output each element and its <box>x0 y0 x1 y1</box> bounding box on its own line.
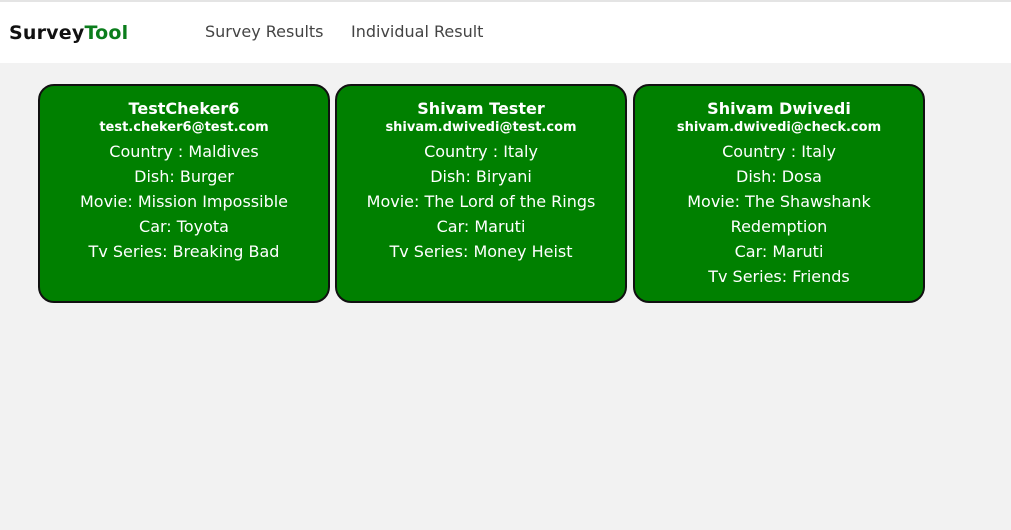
answer-dish: Dish: Dosa <box>736 167 822 186</box>
respondent-name: Shivam Dwivedi <box>707 99 851 118</box>
respondent-name: Shivam Tester <box>417 99 545 118</box>
brand-logo[interactable]: SurveyTool <box>9 21 128 45</box>
result-card: Shivam Dwivedi shivam.dwivedi@check.com … <box>633 84 925 303</box>
answer-tv-series: Tv Series: Breaking Bad <box>88 242 280 261</box>
answer-movie: Movie: The Shawshank Redemption <box>687 192 871 236</box>
respondent-name: TestCheker6 <box>128 99 240 118</box>
answer-dish: Dish: Burger <box>134 167 234 186</box>
navbar: SurveyTool Survey Results Individual Res… <box>0 0 1011 63</box>
result-card: TestCheker6 test.cheker6@test.com Countr… <box>38 84 330 303</box>
answer-country: Country : Maldives <box>109 142 259 161</box>
answer-car: Car: Maruti <box>436 217 526 236</box>
answer-movie: Movie: The Lord of the Rings <box>366 192 596 211</box>
answer-dish: Dish: Biryani <box>430 167 532 186</box>
answer-tv-series: Tv Series: Money Heist <box>389 242 573 261</box>
nav-link-survey-results[interactable]: Survey Results <box>205 22 324 42</box>
answer-tv-series: Tv Series: Friends <box>708 267 850 286</box>
answer-car: Car: Maruti <box>734 242 824 261</box>
respondent-email: test.cheker6@test.com <box>99 120 269 135</box>
brand-logo-part-tool: Tool <box>84 22 129 44</box>
respondent-email: shivam.dwivedi@test.com <box>385 120 577 135</box>
answer-country: Country : Italy <box>424 142 538 161</box>
answer-country: Country : Italy <box>722 142 836 161</box>
answer-movie: Movie: Mission Impossible <box>79 192 289 211</box>
nav-link-individual-result[interactable]: Individual Result <box>351 22 483 42</box>
result-card: Shivam Tester shivam.dwivedi@test.com Co… <box>335 84 627 303</box>
answer-car: Car: Toyota <box>139 217 229 236</box>
brand-logo-part-survey: Survey <box>9 22 85 44</box>
respondent-email: shivam.dwivedi@check.com <box>676 120 882 135</box>
